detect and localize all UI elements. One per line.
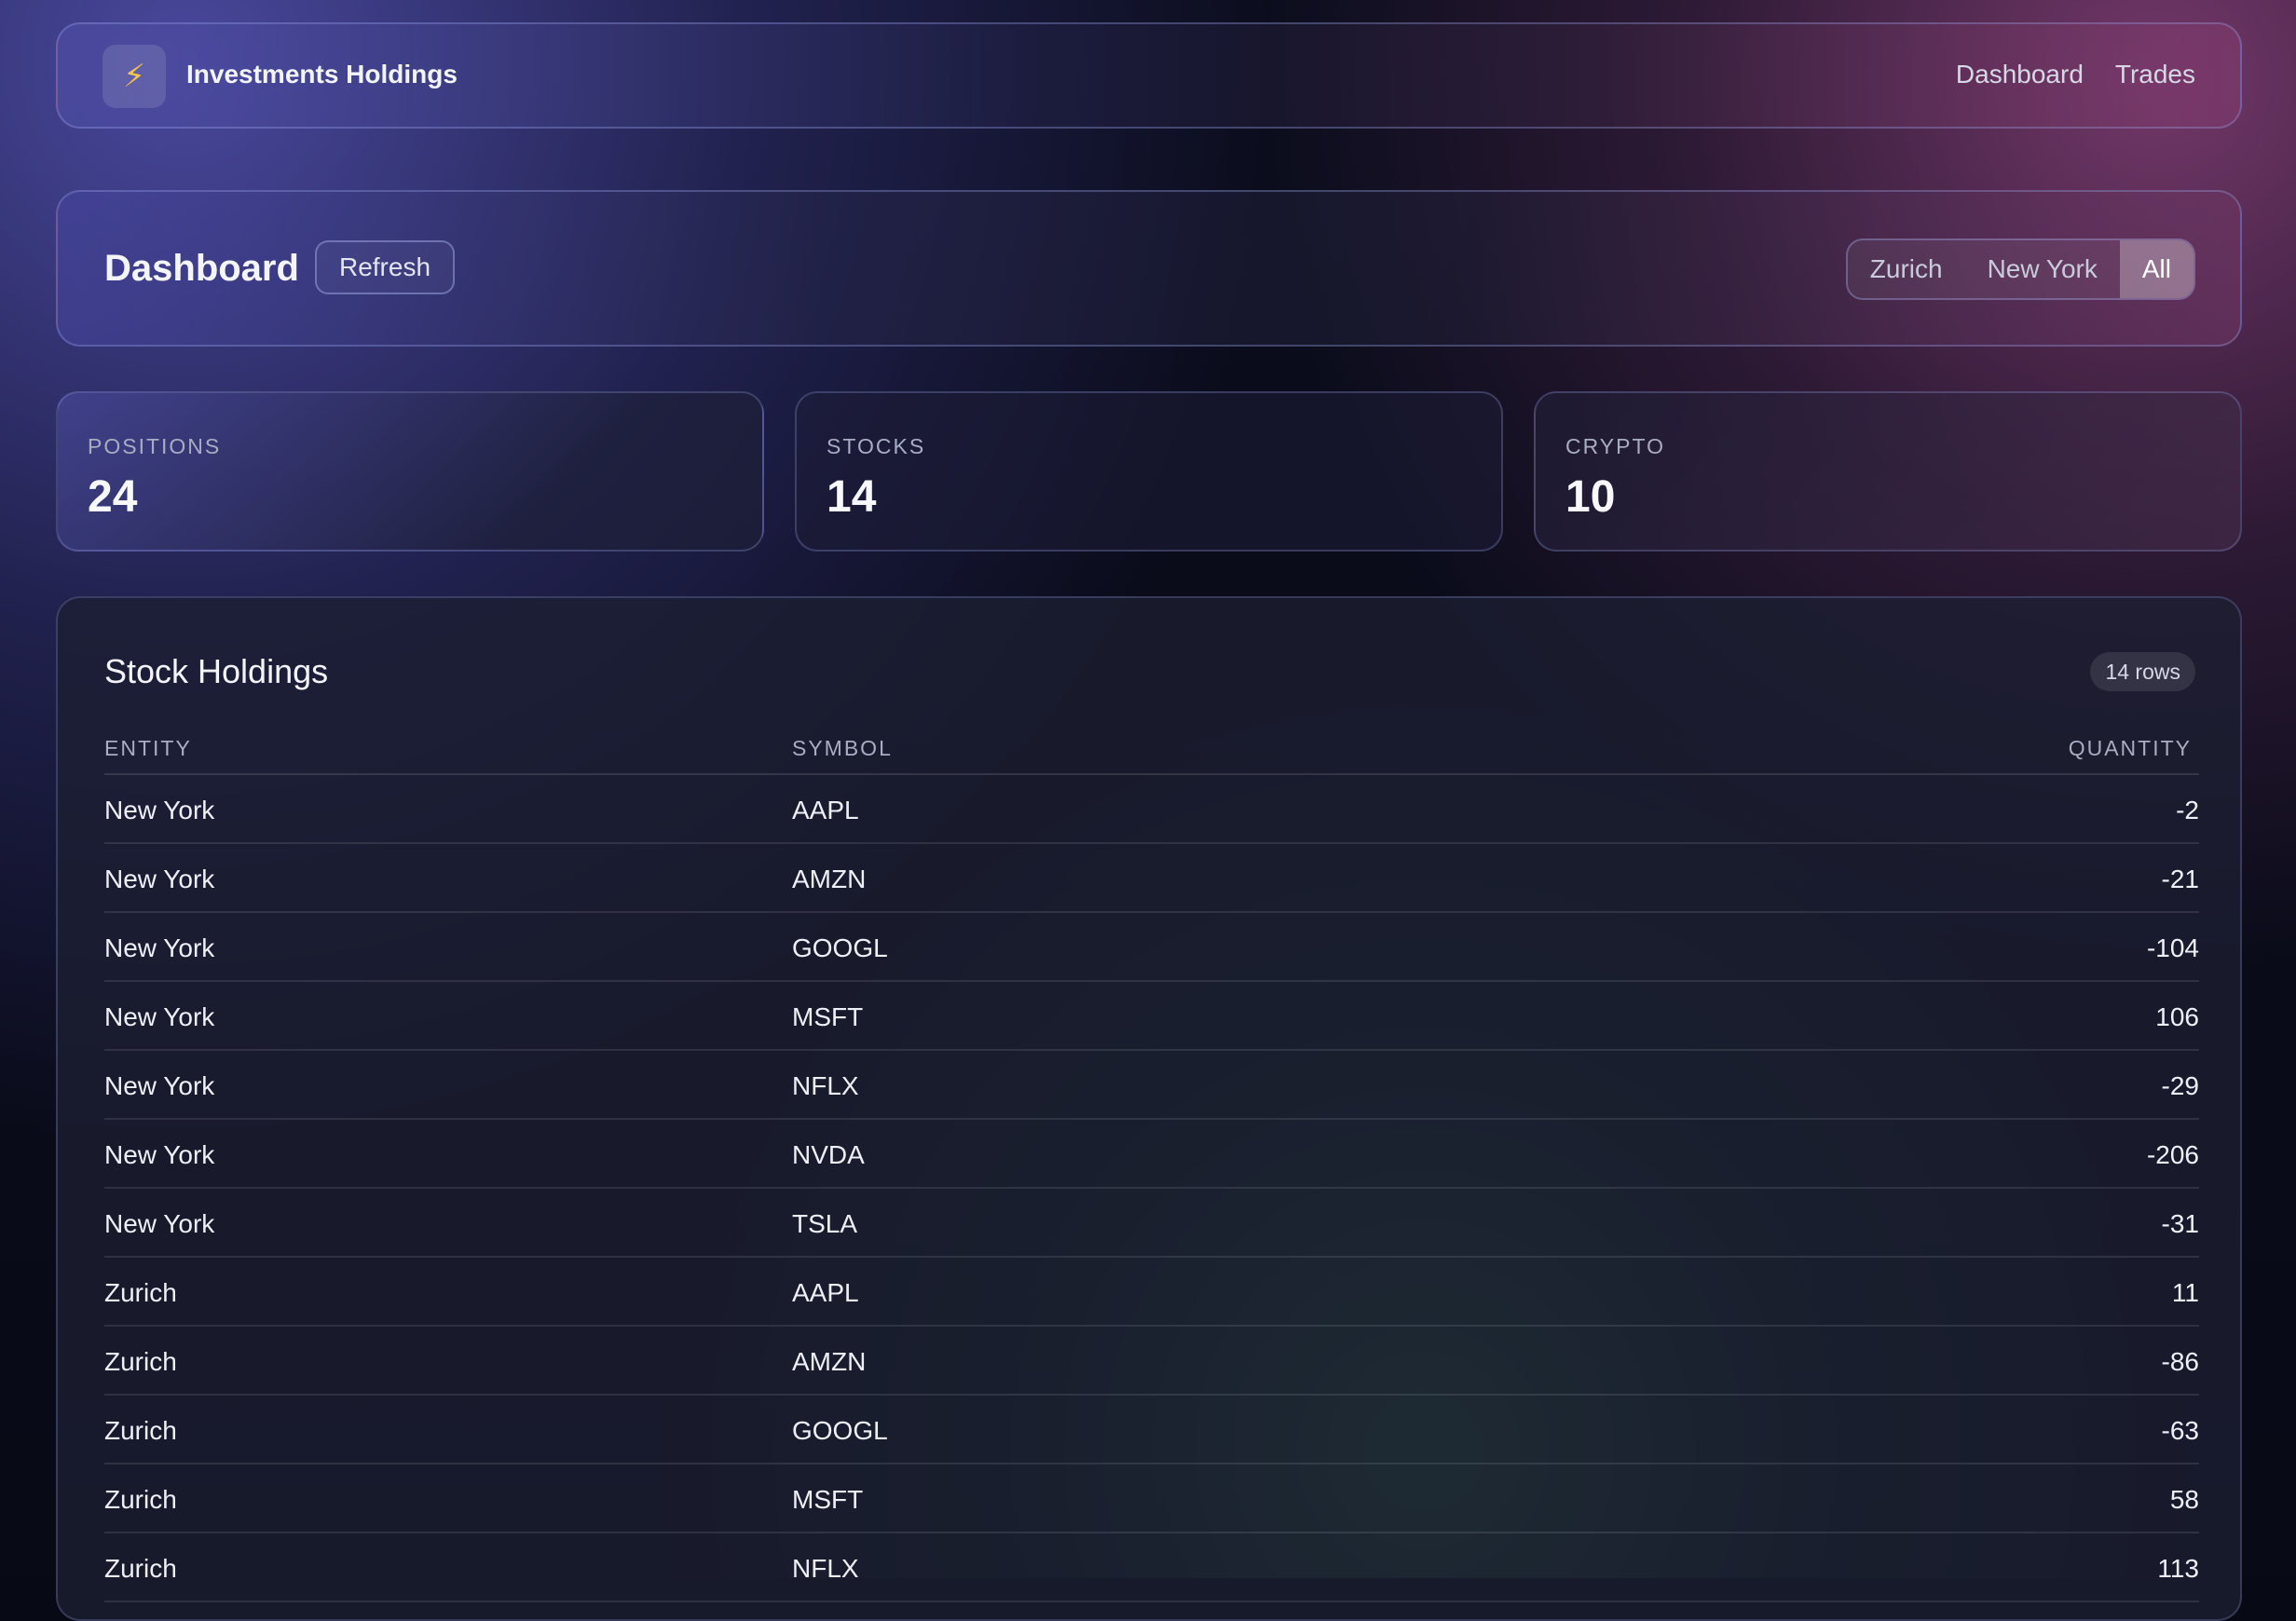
cell-entity: New York [104,1071,215,1100]
filter-option-new-york[interactable]: New York [1965,240,2120,298]
cell-symbol: AMZN [792,865,867,893]
cell-entity: New York [104,1002,215,1031]
cell-quantity: 58 [2169,1485,2199,1514]
cell-symbol: MSFT [792,1002,864,1031]
stat-value: 10 [1565,472,1616,522]
cell-quantity: -21 [2161,865,2199,893]
cell-symbol: NFLX [792,1554,859,1583]
table-row[interactable]: New York NVDA -206 [104,1120,2199,1189]
lightning-icon: ⚡ [102,45,166,108]
cell-quantity: -63 [2161,1416,2199,1445]
table-title: Stock Holdings [104,652,329,690]
table-body: New York AAPL -2 New York AMZN -21 New York GOO… [104,775,2199,1602]
stat-label: CRYPTO [1565,434,1666,458]
table-row[interactable]: New York GOOGL -104 [104,913,2199,982]
refresh-button[interactable]: Refresh [315,240,455,294]
page-title: Dashboard [104,248,299,289]
cell-quantity: -2 [2176,796,2199,824]
nav-link-trades[interactable]: Trades [2115,60,2195,89]
table-row[interactable]: New York TSLA -31 [104,1189,2199,1258]
cell-entity: New York [104,1209,215,1238]
table-row[interactable]: Zurich MSFT 58 [104,1464,2199,1533]
cell-entity: Zurich [104,1416,177,1445]
top-nav: Dashboard Trades [1956,60,2195,89]
cell-entity: Zurich [104,1347,177,1376]
stat-label: STOCKS [827,434,926,458]
stat-card-crypto: CRYPTO 10 [1534,391,2242,552]
cell-symbol: TSLA [792,1209,858,1238]
cell-entity: New York [104,933,215,962]
dashboard-header: Dashboard Refresh Zurich New York All [56,190,2242,347]
table-row[interactable]: New York MSFT 106 [104,982,2199,1051]
entity-filter: Zurich New York All [1845,238,2195,300]
cell-quantity: -29 [2161,1071,2199,1100]
cell-entity: New York [104,1140,215,1169]
cell-entity: Zurich [104,1554,177,1583]
cell-entity: Zurich [104,1485,177,1514]
nav-link-dashboard[interactable]: Dashboard [1956,60,2084,89]
table-row[interactable]: New York AMZN -21 [104,844,2199,913]
cell-quantity: -86 [2161,1347,2199,1376]
table-row[interactable]: New York NFLX -29 [104,1051,2199,1120]
cell-entity: Zurich [104,1278,177,1307]
column-header-symbol[interactable]: SYMBOL [792,736,893,761]
cell-symbol: NFLX [792,1071,859,1100]
stat-card-stocks: STOCKS 14 [795,391,1503,552]
cell-symbol: AAPL [792,1278,859,1307]
cell-symbol: MSFT [792,1485,864,1514]
stock-holdings-table: Stock Holdings 14 rows ENTITY SYMBOL QUA… [56,596,2242,1621]
stat-value: 14 [827,472,877,522]
table-row[interactable]: Zurich GOOGL -63 [104,1396,2199,1464]
cell-symbol: NVDA [792,1140,865,1169]
cell-symbol: GOOGL [792,1416,888,1445]
column-header-quantity[interactable]: QUANTITY [2069,736,2192,761]
table-row[interactable]: Zurich NFLX 113 [104,1533,2199,1602]
cell-quantity: 11 [2171,1278,2199,1307]
row-count-badge: 14 rows [2090,652,2195,691]
table-header: ENTITY SYMBOL QUANTITY [104,736,2199,775]
stat-value: 24 [88,472,138,522]
table-row[interactable]: Zurich AAPL 11 [104,1258,2199,1327]
app-title: Investments Holdings [186,60,458,89]
cell-symbol: AMZN [792,1347,867,1376]
stat-label: POSITIONS [88,434,222,458]
filter-option-zurich[interactable]: Zurich [1848,240,1965,298]
cell-symbol: AAPL [792,796,859,824]
cell-quantity: 113 [2157,1554,2199,1583]
cell-quantity: -31 [2161,1209,2199,1238]
filter-option-all[interactable]: All [2119,240,2194,298]
cell-symbol: GOOGL [792,933,888,962]
cell-quantity: -206 [2146,1140,2199,1169]
top-bar: ⚡ Investments Holdings Dashboard Trades [56,22,2242,129]
cell-quantity: -104 [2146,933,2199,962]
cell-quantity: 106 [2155,1002,2199,1031]
stat-card-positions: POSITIONS 24 [56,391,764,552]
table-row[interactable]: New York AAPL -2 [104,775,2199,844]
column-header-entity[interactable]: ENTITY [104,736,192,761]
table-row[interactable]: Zurich AMZN -86 [104,1327,2199,1396]
cell-entity: New York [104,796,215,824]
cell-entity: New York [104,865,215,893]
